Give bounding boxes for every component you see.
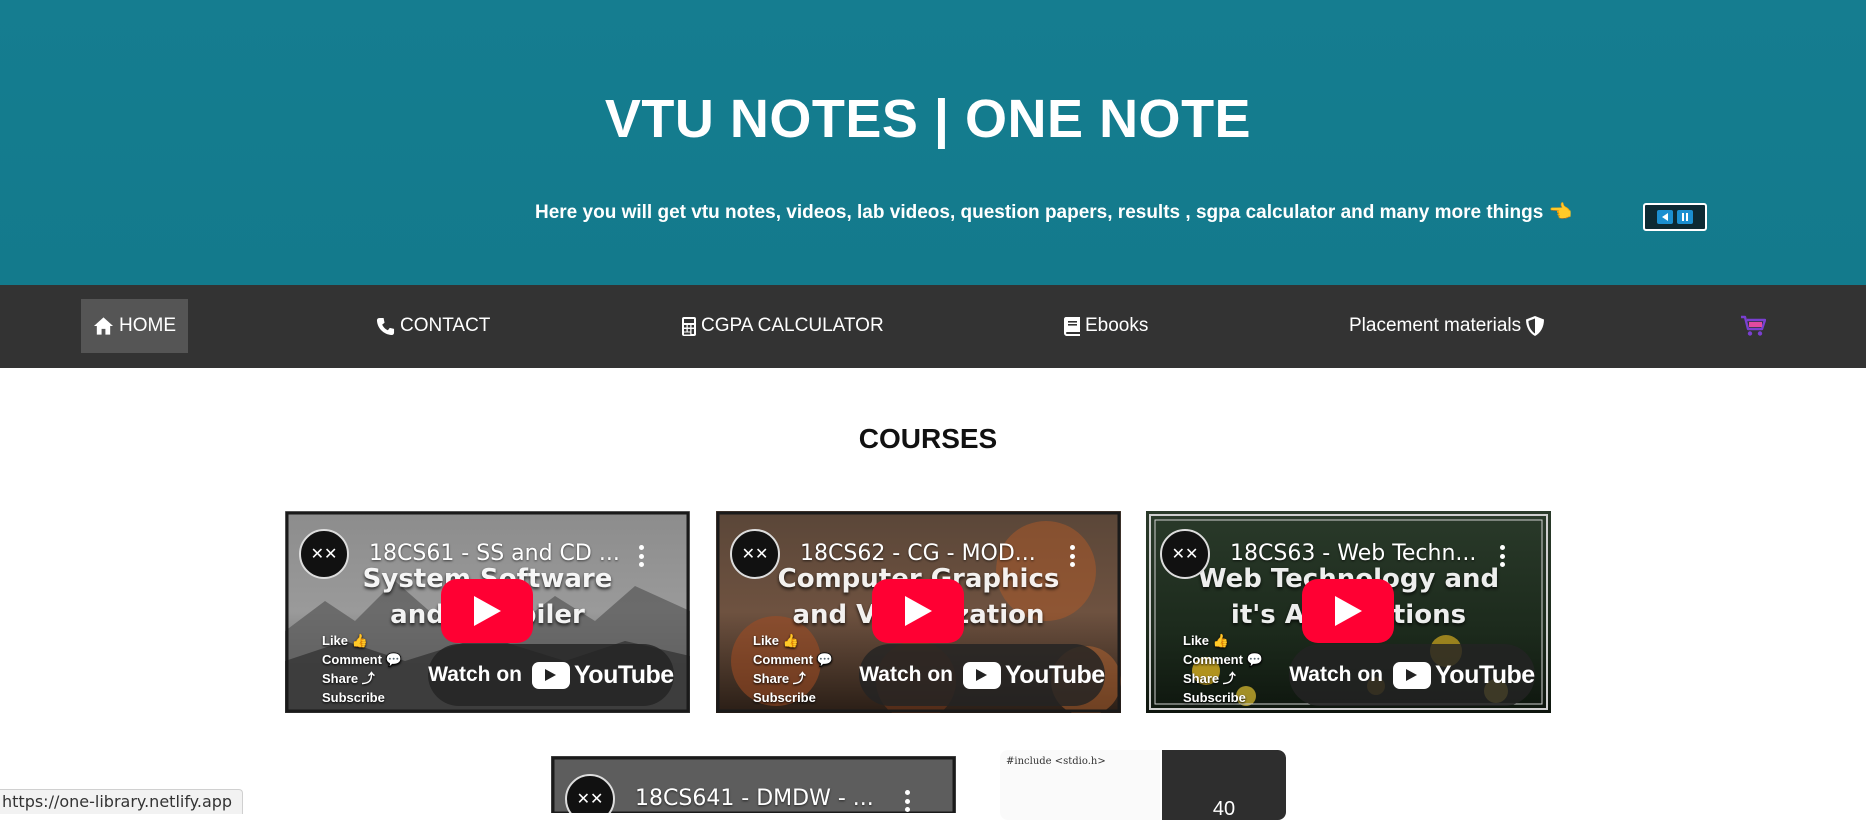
engagement-notes: Like 👍 Comment 💬 Share ⤴ Subscribe [1183, 631, 1263, 707]
note-subscribe: Subscribe [1183, 690, 1246, 705]
play-icon [905, 596, 932, 626]
nav-cgpa-label: CGPA CALCULATOR [701, 315, 884, 336]
shield-icon [1526, 316, 1545, 336]
play-button[interactable] [872, 579, 964, 643]
channel-avatar[interactable]: ✕✕ [730, 529, 780, 579]
site-title: VTU NOTES | ONE NOTE [604, 89, 1252, 149]
video-embed-18cs63[interactable]: Web Technology and it's Applications Lik… [1146, 511, 1551, 713]
book-icon [1064, 316, 1080, 336]
watch-on-youtube-button[interactable]: Watch on YouTube [428, 644, 674, 706]
youtube-logo: YouTube [962, 660, 1105, 690]
card-preview-image: #include <stdio.h> [1000, 750, 1160, 820]
phone-icon [376, 317, 395, 335]
note-like: Like 👍 [322, 633, 368, 648]
engagement-notes: Like 👍 Comment 💬 Share ⤴ Subscribe [753, 631, 833, 707]
youtube-logo: YouTube [531, 660, 674, 690]
play-icon [474, 596, 501, 626]
link-hover-status: https://one-library.netlify.app [0, 789, 244, 814]
nav-placement-materials[interactable]: Placement materials [1337, 299, 1556, 353]
nav-home-label: HOME [119, 315, 176, 336]
nav-cgpa-calculator[interactable]: CGPA CALCULATOR [670, 299, 896, 353]
cart-icon [1741, 315, 1766, 336]
note-comment: Comment 💬 [1183, 652, 1263, 667]
note-like: Like 👍 [1183, 633, 1229, 648]
home-icon [93, 317, 114, 335]
watch-label: Watch on [1289, 663, 1383, 686]
engagement-notes: Like 👍 Comment 💬 Share ⤴ Subscribe [322, 631, 402, 707]
play-button[interactable] [1302, 579, 1394, 643]
more-options-icon[interactable] [638, 545, 644, 567]
site-header: VTU NOTES | ONE NOTE Here you will get v… [0, 0, 1866, 285]
more-options-icon[interactable] [904, 790, 910, 812]
nav-ebooks[interactable]: Ebooks [1052, 299, 1160, 353]
more-options-icon[interactable] [1069, 545, 1075, 567]
note-share: Share ⤴ [1183, 671, 1236, 686]
nav-contact-label: CONTACT [400, 315, 491, 336]
note-comment: Comment 💬 [322, 652, 402, 667]
watch-label: Watch on [859, 663, 953, 686]
nav-placement-label: Placement materials [1349, 315, 1522, 336]
video-title[interactable]: 18CS61 - SS and CD ... [369, 541, 624, 566]
youtube-wordmark: YouTube [1004, 660, 1105, 689]
video-title[interactable]: 18CS641 - DMDW - ... [635, 786, 890, 811]
note-like: Like 👍 [753, 633, 799, 648]
nav-contact[interactable]: CONTACT [364, 299, 502, 353]
rewind-icon[interactable] [1657, 210, 1673, 224]
video-embed-18cs61[interactable]: System Software and Compiler Like 👍 Comm… [285, 511, 690, 713]
pause-icon[interactable] [1677, 210, 1693, 224]
watch-label: Watch on [428, 663, 522, 686]
nav-home[interactable]: HOME [81, 299, 188, 353]
card-counter: 40 [1162, 750, 1286, 820]
courses-heading: COURSES [858, 423, 998, 454]
youtube-wordmark: YouTube [573, 660, 674, 689]
nav-ebooks-label: Ebooks [1085, 315, 1149, 336]
video-embed-18cs641[interactable]: ✕✕ 18CS641 - DMDW - ... [551, 756, 956, 813]
youtube-logo: YouTube [1392, 660, 1535, 690]
note-share: Share ⤴ [753, 671, 806, 686]
note-subscribe: Subscribe [322, 690, 385, 705]
marquee-controls[interactable] [1643, 203, 1707, 231]
note-comment: Comment 💬 [753, 652, 833, 667]
play-icon [1335, 596, 1362, 626]
youtube-wordmark: YouTube [1434, 660, 1535, 689]
watch-on-youtube-button[interactable]: Watch on YouTube [1289, 644, 1535, 706]
main-navbar: HOME CONTACT CGPA CALCULATOR Ebooks Plac… [0, 285, 1866, 368]
site-tagline: Here you will get vtu notes, videos, lab… [535, 202, 1573, 223]
watch-on-youtube-button[interactable]: Watch on YouTube [859, 644, 1105, 706]
calculator-icon [682, 316, 696, 336]
play-button[interactable] [441, 579, 533, 643]
more-options-icon[interactable] [1499, 545, 1505, 567]
channel-avatar[interactable]: ✕✕ [299, 529, 349, 579]
video-embed-18cs62[interactable]: Computer Graphics and Visualization Like… [716, 511, 1121, 713]
channel-avatar[interactable]: ✕✕ [1160, 529, 1210, 579]
note-subscribe: Subscribe [753, 690, 816, 705]
video-title[interactable]: 18CS62 - CG - MOD... [800, 541, 1055, 566]
course-card-preview[interactable]: #include <stdio.h> 40 [1000, 750, 1286, 820]
video-title[interactable]: 18CS63 - Web Techn... [1230, 541, 1485, 566]
nav-cart[interactable] [1728, 299, 1783, 353]
note-share: Share ⤴ [322, 671, 375, 686]
